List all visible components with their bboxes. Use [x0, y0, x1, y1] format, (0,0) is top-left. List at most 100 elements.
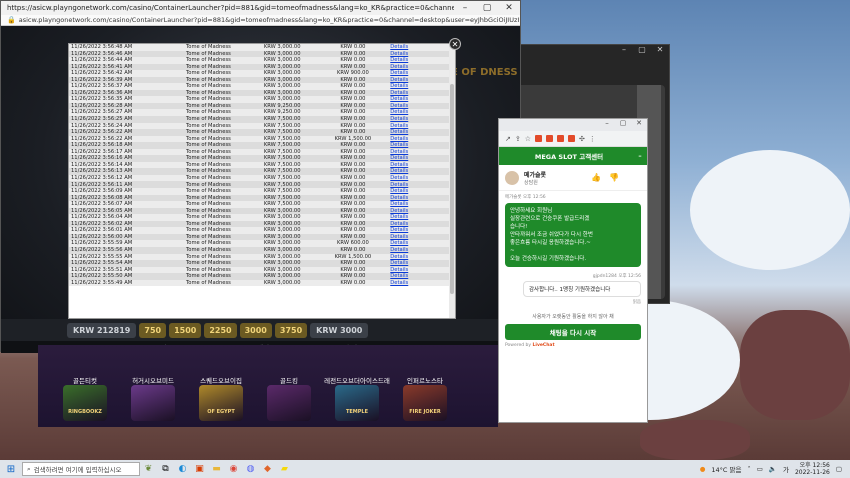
- menu-icon[interactable]: ⋮: [589, 135, 596, 143]
- bet-option[interactable]: 1500: [169, 322, 202, 338]
- restart-chat-button[interactable]: 채팅을 다시 시작: [505, 324, 641, 340]
- thumbs-up-icon[interactable]: 👍: [591, 173, 601, 182]
- browser-toolbar: ↗ ⇪ ☆ ✣ ⋮: [499, 131, 647, 147]
- lobby-game-tile[interactable]: OF EGYPT: [199, 385, 243, 421]
- message-meta: 메가슬롯 오후 12:56: [505, 195, 546, 200]
- lobby-tile-label: OF EGYPT: [207, 409, 235, 415]
- row-date: 11/26/2022 3:55:49 AM: [69, 279, 171, 287]
- extension-icon[interactable]: [568, 135, 576, 142]
- puzzle-icon[interactable]: ✣: [579, 135, 585, 143]
- close-icon[interactable]: ✕: [498, 1, 520, 15]
- lobby-tile-label: FIRE JOKER: [409, 409, 441, 415]
- folder-icon[interactable]: ▬: [208, 460, 225, 478]
- back-icon[interactable]: ↗: [505, 135, 511, 143]
- clock[interactable]: 오후 12:56 2022-11-26: [795, 462, 830, 476]
- bet-history-panel: 11/26/2022 3:56:48 AM Tome of Madness KRW …: [68, 43, 456, 319]
- read-receipt: 읽음: [632, 300, 641, 305]
- task-view-icon[interactable]: ⧉: [157, 460, 174, 478]
- notification-icon[interactable]: ▢: [836, 465, 842, 473]
- row-details-link[interactable]: Details: [388, 279, 455, 287]
- scrollbar-thumb[interactable]: [450, 84, 454, 294]
- search-icon: ⌕: [27, 464, 31, 473]
- lobby-game-tile[interactable]: RINGBOOKZ: [63, 385, 107, 421]
- kakaotalk-icon[interactable]: ▰: [276, 460, 293, 478]
- lobby-tile-label: RINGBOOKZ: [68, 409, 102, 415]
- lobby-game-name: 인퍼르노스타: [407, 377, 443, 385]
- lobby-game-tile[interactable]: [267, 385, 311, 421]
- input-language[interactable]: 가: [783, 464, 789, 474]
- app-icon[interactable]: ◆: [259, 460, 276, 478]
- agent-name: 메가슬롯: [524, 171, 547, 179]
- address-text: asicw.playngonetwork.com/casino/Containe…: [18, 16, 520, 24]
- bonsai-app-icon[interactable]: ❦: [140, 460, 157, 478]
- taskbar: ⊞ ⌕ 검색하려면 여기에 입력하십시오 ❦ ⧉ ◐ ▣ ▬ ◉ ◍ ◆ ▰ ●…: [0, 460, 850, 478]
- extension-icon[interactable]: [546, 135, 554, 142]
- row-win: KRW 0.00: [317, 279, 389, 287]
- address-bar[interactable]: 🔒 asicw.playngonetwork.com/casino/Contai…: [1, 15, 520, 26]
- maximize-icon[interactable]: ▢: [615, 119, 631, 131]
- weather-icon: ●: [699, 465, 706, 473]
- inactivity-notice: 사용자가 오랫동안 활동을 하지 않아 채: [532, 314, 614, 320]
- system-tray: ● 14°C 맑음 ˄ ▭ 🔈 가 오후 12:56 2022-11-26 ▢: [700, 462, 850, 476]
- bet-option[interactable]: 3000: [239, 322, 272, 338]
- windows-start-icon[interactable]: ⊞: [0, 460, 22, 478]
- lobby-game-tile[interactable]: TEMPLE: [335, 385, 379, 421]
- lobby-game-tile[interactable]: FIRE JOKER: [403, 385, 447, 421]
- livechat-brand: LiveChat: [532, 343, 555, 348]
- star-icon[interactable]: ☆: [525, 135, 531, 143]
- weather-text[interactable]: 14°C 맑음: [711, 464, 741, 474]
- minimize-icon[interactable]: –: [599, 119, 615, 131]
- taskbar-search[interactable]: ⌕ 검색하려면 여기에 입력하십시오: [22, 462, 140, 476]
- row-bet: KRW 3,000.00: [246, 279, 318, 287]
- bet-option[interactable]: 3750: [274, 322, 308, 338]
- close-icon[interactable]: ✕: [651, 45, 669, 57]
- search-placeholder: 검색하려면 여기에 입력하십시오: [33, 466, 122, 474]
- lobby-game-name: 골든티컷: [73, 377, 97, 385]
- history-scrollbar[interactable]: [449, 44, 455, 318]
- balance-display: KRW 212819: [67, 322, 137, 338]
- maximize-icon[interactable]: ▢: [633, 45, 651, 57]
- volume-icon[interactable]: 🔈: [769, 465, 777, 473]
- message-meta: gjpdn1284 오후 12:56: [592, 274, 641, 279]
- lobby-game-name: 허거시오브미드: [132, 377, 174, 385]
- close-icon[interactable]: ✕: [631, 119, 647, 131]
- maximize-icon[interactable]: ▢: [476, 1, 498, 15]
- chat-header: MEGA SLOT 고객센터 –: [499, 147, 647, 165]
- chat-titlebar: – ▢ ✕: [499, 119, 647, 131]
- minimize-chat-icon[interactable]: –: [633, 152, 647, 160]
- powered-by: Powered by LiveChat: [505, 343, 555, 348]
- chrome-icon[interactable]: ◉: [225, 460, 242, 478]
- minimize-icon[interactable]: –: [454, 1, 476, 15]
- bet-option[interactable]: 750: [139, 322, 167, 338]
- close-history-button[interactable]: ✕: [449, 38, 461, 50]
- extension-icon[interactable]: [535, 135, 543, 142]
- extension-icon[interactable]: [557, 135, 565, 142]
- row-game: Tome of Madness: [170, 279, 247, 287]
- close-icon: ✕: [451, 39, 459, 49]
- wallpaper-snow: [690, 150, 850, 270]
- chat-title: MEGA SLOT 고객센터: [534, 153, 604, 161]
- message-line: ~: [510, 248, 515, 254]
- game-window-titlebar: https://asicw.playngonetwork.com/casino/…: [1, 1, 520, 15]
- message-line: 좋은흐름 타시길 응원하겠습니다.~: [510, 240, 591, 246]
- message-line: 안타까워서 조금 쉬었다가 다시 한번: [510, 232, 593, 238]
- bet-history-table: 11/26/2022 3:56:48 AM Tome of Madness KRW …: [69, 44, 455, 287]
- minimize-icon[interactable]: –: [615, 45, 633, 57]
- chat-window: – ▢ ✕ ↗ ⇪ ☆ ✣ ⋮ MEGA SLOT 고객센터 – 메가슬롯 상담…: [498, 118, 648, 423]
- lobby-tile-label: TEMPLE: [345, 409, 369, 415]
- share-icon[interactable]: ⇪: [515, 135, 521, 143]
- bet-bar: KRW 212819 750 1500 2250 3000 3750 KRW 3…: [1, 319, 520, 341]
- discord-icon[interactable]: ◍: [242, 460, 259, 478]
- thumbs-down-icon[interactable]: 👎: [609, 173, 619, 182]
- lobby-game-tile[interactable]: [131, 385, 175, 421]
- office-icon[interactable]: ▣: [191, 460, 208, 478]
- game-lobby: 골든티컷 RINGBOOKZ 허거시오브미드 스퀘드오브이집 OF EGYPT 골드킹 레전…: [38, 345, 498, 427]
- network-icon[interactable]: ▭: [757, 465, 763, 473]
- lobby-game-name: 골드킹: [280, 377, 298, 385]
- message-line: 습니다!: [510, 224, 528, 230]
- tray-chevron-icon[interactable]: ˄: [747, 465, 750, 473]
- agent-role: 상담원: [524, 179, 538, 186]
- message-line: 실장관련으로 건승쿠폰 발급드리겠: [510, 216, 590, 222]
- bet-option[interactable]: 2250: [204, 322, 237, 338]
- edge-icon[interactable]: ◐: [174, 460, 191, 478]
